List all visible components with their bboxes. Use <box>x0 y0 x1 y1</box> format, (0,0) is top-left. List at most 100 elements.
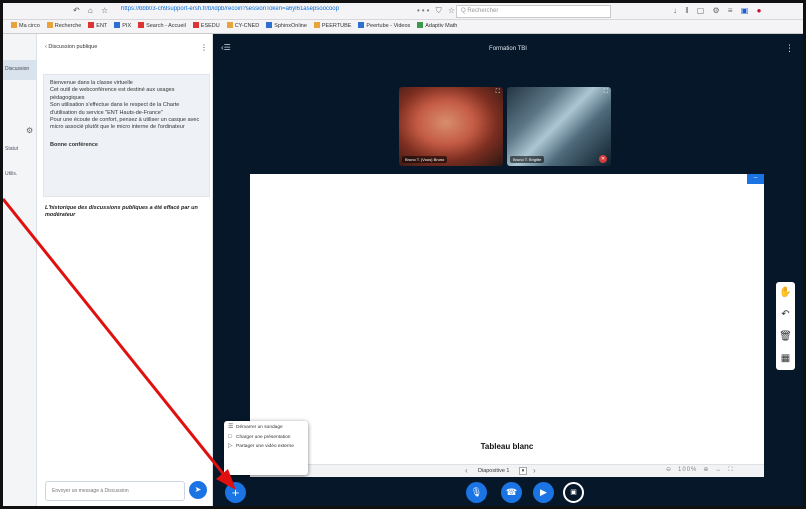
math-icon <box>417 22 424 28</box>
chat-panel: ‹ Discussion publique ⋮ Bienvenue dans l… <box>37 34 213 506</box>
chat-header[interactable]: ‹ Discussion publique <box>45 44 97 50</box>
browser-nav-icons[interactable]: ↶ ⌂ ☆ <box>73 6 111 15</box>
address-bar[interactable]: https://bbb03-ch9support-ersh.fr/b/idpb/… <box>121 6 416 17</box>
control-bar: + 🎙 ☎ ▶ ▣ <box>213 477 803 506</box>
slide-selector[interactable]: Diapositive 1 <box>478 468 510 474</box>
browser-search-input[interactable]: Q Rechercher <box>456 5 611 18</box>
menu-item-upload-presentation[interactable]: □ Charger une présentation <box>228 433 304 441</box>
bookmark-item[interactable]: PIX <box>114 20 131 33</box>
menu-item-external-video[interactable]: ▷ Partager une vidéo externe <box>228 443 304 450</box>
muted-mic-icon: ✕ <box>599 155 607 163</box>
folder-icon <box>46 22 53 28</box>
bookmark-label: PEERTUBE <box>321 23 352 29</box>
extension-icon[interactable]: ▣ <box>741 6 752 15</box>
zoom-in-icon[interactable]: ⊕ <box>703 467 709 473</box>
history-cleared-notice: L'historique des discussions publiques a… <box>45 205 198 218</box>
esedu-icon <box>192 22 199 28</box>
chat-message-input[interactable] <box>45 481 185 501</box>
bookmark-label: CY-CNED <box>234 23 260 29</box>
fullscreen-icon[interactable]: ⛶ <box>604 89 608 96</box>
bookmarks-bar: Ma circo Recherche ENT PIX Search - Accu… <box>3 20 803 34</box>
previous-slide-button[interactable]: ‹ <box>465 466 468 475</box>
minimize-presentation-button[interactable]: – <box>747 174 764 184</box>
folder-icon <box>11 22 17 28</box>
menu-item-label: Charger une présentation <box>236 434 291 440</box>
poll-icon: ☰ <box>228 424 234 430</box>
whiteboard-toolbar: ✋ ↶ 🗑 ▦ <box>776 282 795 370</box>
whiteboard-caption: Tableau blanc <box>480 442 534 451</box>
video-icon <box>358 22 365 28</box>
bookmark-item[interactable]: Adaptiv Math <box>417 20 457 33</box>
whiteboard[interactable]: – Tableau blanc <box>250 174 764 464</box>
welcome-line: Bienvenue dans la classe virtuelle <box>50 80 133 86</box>
welcome-line: Cet outil de webconférence est destiné a… <box>50 87 175 101</box>
menu-item-poll[interactable]: ☰ Démarrer un sondage <box>228 424 304 431</box>
bookmark-item[interactable]: SphinxOnline <box>266 20 307 33</box>
camera-button[interactable]: ▶ <box>533 482 554 503</box>
bookmark-item[interactable]: CY-CNED <box>226 20 260 33</box>
toolbar-icons[interactable]: ↓ ‖ ▢ ⚙ ≡ <box>673 6 736 15</box>
bookmark-label: Ma circo <box>19 23 40 29</box>
cned-icon <box>226 22 233 28</box>
share-screen-button[interactable]: ▣ <box>563 482 584 503</box>
ent-icon <box>88 22 95 28</box>
zoom-controls: ⊖ 100% ⊕ ↔ ⛶ <box>666 466 740 474</box>
bookmark-item[interactable]: ESEDU <box>192 20 220 33</box>
browser-toolbar-icons[interactable]: ↓ ‖ ▢ ⚙ ≡ ▣ ● <box>673 6 764 15</box>
multi-user-board-icon[interactable]: ▦ <box>776 348 795 370</box>
browser-toolbar: ↶ ⌂ ☆ https://bbb03-ch9support-ersh.fr/b… <box>3 3 803 20</box>
hand-tool-icon[interactable]: ✋ <box>776 282 795 304</box>
nav-item-status[interactable]: Statut <box>5 146 18 152</box>
trash-icon[interactable]: 🗑 <box>776 326 795 348</box>
fullscreen-icon[interactable]: ⛶ <box>728 467 733 473</box>
zoom-out-icon[interactable]: ⊖ <box>666 467 672 473</box>
send-message-button[interactable]: ➤ <box>189 481 207 499</box>
bookmark-label: PIX <box>122 23 132 29</box>
bookmark-item[interactable]: ENT <box>88 20 107 33</box>
nav-item-users[interactable]: Utilis. <box>5 171 17 177</box>
welcome-closing: Bonne conférence <box>50 141 98 148</box>
menu-item-label: Partager une vidéo externe <box>236 444 294 450</box>
bookmark-item[interactable]: PEERTUBE <box>313 20 352 33</box>
actions-menu: ☰ Démarrer un sondage □ Charger une présen… <box>224 421 308 475</box>
bookmark-item[interactable]: Recherche <box>46 20 82 33</box>
bookmark-label: ENT <box>96 23 108 29</box>
welcome-message: Bienvenue dans la classe virtuelle Cet o… <box>43 74 210 197</box>
webcam-tile[interactable]: ⛶ Bruno T. Brigitte ✕ <box>507 87 611 166</box>
chevron-down-icon[interactable]: ▾ <box>519 467 527 475</box>
bookmark-label: SphinxOnline <box>274 23 307 29</box>
menu-item-label: Démarrer un sondage <box>236 425 283 430</box>
video-icon: ▷ <box>228 443 233 450</box>
pix-icon <box>114 22 121 28</box>
zoom-level: 100% <box>678 467 698 473</box>
peertube-icon <box>313 22 320 28</box>
bookmark-label: Adaptiv Math <box>425 23 458 29</box>
chat-menu-icon[interactable]: ⋮ <box>200 43 208 52</box>
page-actions-icon[interactable]: ••• ⛉ ☆ <box>417 6 457 16</box>
bookmark-item[interactable]: Search - Accueil <box>138 20 186 33</box>
actions-plus-button[interactable]: + <box>225 482 246 503</box>
meeting-title: Formation TBI <box>489 46 527 52</box>
bookmark-item[interactable]: Peertube - Videos <box>358 20 410 33</box>
microphone-button[interactable]: 🎙 <box>466 482 487 503</box>
undo-icon[interactable]: ↶ <box>776 304 795 326</box>
webcam-user-name: Bruno T. Brigitte <box>510 156 545 163</box>
fit-width-icon[interactable]: ↔ <box>715 467 722 473</box>
webcam-user-name: Bruno T. (Vous) Bruno <box>402 156 448 163</box>
options-menu-icon[interactable]: ⋮ <box>785 43 794 54</box>
gear-icon[interactable]: ⚙ <box>26 126 33 135</box>
bookmark-label: Search - Accueil <box>146 23 186 29</box>
audio-phone-button[interactable]: ☎ <box>501 482 522 503</box>
fullscreen-icon[interactable]: ⛶ <box>496 89 500 96</box>
bookmark-label: Peertube - Videos <box>366 23 411 29</box>
screenshot-frame: ↶ ⌂ ☆ https://bbb03-ch9support-ersh.fr/b… <box>0 0 806 509</box>
extension-icon-red[interactable]: ● <box>757 6 765 15</box>
next-slide-button[interactable]: › <box>533 466 536 475</box>
sphinx-icon <box>266 22 273 28</box>
bookmark-item[interactable]: Ma circo <box>11 20 40 33</box>
presentation-icon: □ <box>228 433 232 440</box>
nav-item-discussion[interactable]: Discussion <box>3 60 37 80</box>
bookmark-label: Recherche <box>54 23 82 29</box>
webcam-tile[interactable]: ⛶ Bruno T. (Vous) Bruno <box>399 87 503 166</box>
